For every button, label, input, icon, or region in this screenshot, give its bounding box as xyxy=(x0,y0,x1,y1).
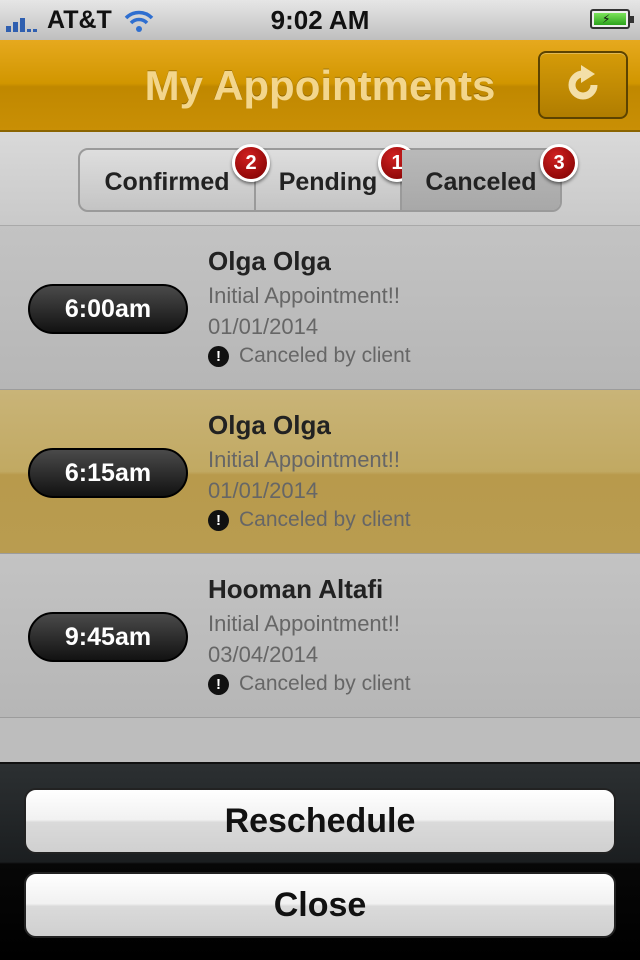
refresh-button[interactable] xyxy=(538,51,628,119)
appointment-list: 6:00am Olga Olga Initial Appointment!! 0… xyxy=(0,226,640,762)
tab-label: Canceled xyxy=(425,167,537,196)
status-text: Canceled by client xyxy=(239,344,411,367)
appointment-status: ! Canceled by client xyxy=(208,508,411,532)
appointment-type: Initial Appointment!! xyxy=(208,447,401,472)
tab-pending[interactable]: Pending 1 xyxy=(256,144,416,210)
time-pill: 6:00am xyxy=(28,284,188,334)
appointment-status: ! Canceled by client xyxy=(208,344,411,368)
action-sheet: Reschedule Close xyxy=(0,762,640,960)
appointment-row[interactable]: 6:00am Olga Olga Initial Appointment!! 0… xyxy=(0,226,640,390)
appointment-date: 03/04/2014 xyxy=(208,642,319,667)
tab-label: Confirmed xyxy=(104,167,230,196)
tab-label: Pending xyxy=(278,167,378,196)
appointment-status: ! Canceled by client xyxy=(208,672,411,696)
appointment-row[interactable]: 6:15am Olga Olga Initial Appointment!! 0… xyxy=(0,390,640,554)
reschedule-button[interactable]: Reschedule xyxy=(24,788,616,854)
appointment-row[interactable]: 9:45am Hooman Altafi Initial Appointment… xyxy=(0,554,640,718)
battery-icon: ⚡ xyxy=(590,9,634,29)
time-pill: 9:45am xyxy=(28,612,188,662)
status-time: 9:02 AM xyxy=(270,5,370,35)
close-button[interactable]: Close xyxy=(24,872,616,938)
segment-area: Confirmed 2 Pending 1 Canceled 3 xyxy=(0,132,640,226)
alert-icon: ! xyxy=(208,673,229,695)
appointment-type: Initial Appointment!! xyxy=(208,283,401,308)
client-name: Olga Olga xyxy=(208,410,331,440)
appointment-type: Initial Appointment!! xyxy=(208,611,401,636)
alert-icon: ! xyxy=(208,345,229,367)
tab-canceled[interactable]: Canceled 3 xyxy=(402,144,578,210)
status-text: Canceled by client xyxy=(239,672,411,695)
alert-icon: ! xyxy=(208,509,229,531)
count-badge: 3 xyxy=(540,144,578,182)
appointment-date: 01/01/2014 xyxy=(208,478,319,503)
appointment-date: 01/01/2014 xyxy=(208,314,319,339)
time-pill: 6:15am xyxy=(28,448,188,498)
status-segmented-control: Confirmed 2 Pending 1 Canceled 3 xyxy=(78,144,578,212)
tab-confirmed[interactable]: Confirmed 2 xyxy=(80,144,270,210)
client-name: Hooman Altafi xyxy=(208,574,384,604)
nav-bar: My Appointments xyxy=(0,40,640,132)
client-name: Olga Olga xyxy=(208,246,331,276)
status-text: Canceled by client xyxy=(239,508,411,531)
status-bar: AT&T 9:02 AM ⚡ xyxy=(0,0,640,40)
refresh-icon xyxy=(568,65,598,100)
